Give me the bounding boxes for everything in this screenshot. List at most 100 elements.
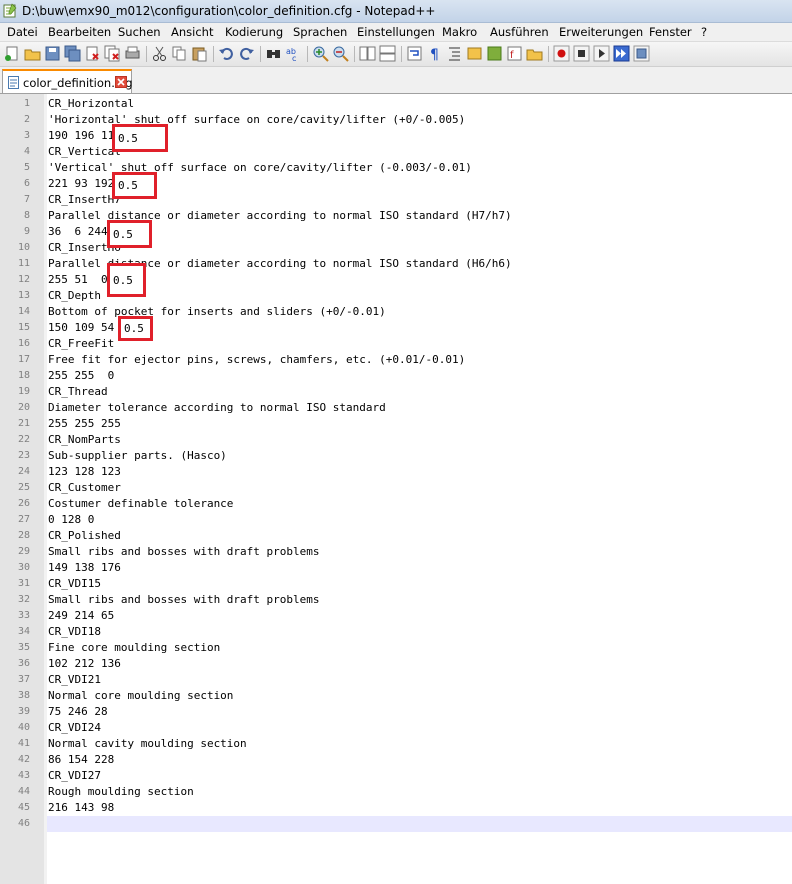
code-line: CR_Thread <box>48 385 108 398</box>
line-number: 3 <box>23 130 30 141</box>
menu-einstellungen[interactable]: Einstellungen <box>357 25 435 39</box>
indent-guide-icon[interactable] <box>446 45 463 62</box>
code-line: Free fit for ejector pins, screws, chamf… <box>48 353 466 366</box>
record-macro-icon[interactable] <box>553 45 570 62</box>
highlight-value: 0.5 <box>124 322 144 335</box>
new-file-icon[interactable] <box>4 45 21 62</box>
line-number: 31 <box>17 578 30 589</box>
line-number: 35 <box>17 642 30 653</box>
toolbar-separator <box>260 46 261 62</box>
highlight-box: 0.5 <box>112 172 157 199</box>
code-line: 255 51 0 <box>48 273 108 286</box>
undo-icon[interactable] <box>218 45 235 62</box>
line-number: 12 <box>17 274 30 285</box>
highlight-value: 0.5 <box>118 132 138 145</box>
code-line: CR_VDI18 <box>48 625 101 638</box>
user-defined-language-icon[interactable] <box>466 45 483 62</box>
menu-datei[interactable]: Datei <box>7 25 38 39</box>
line-number: 38 <box>17 690 30 701</box>
editor[interactable]: 1 2 3 4 5 6 7 8 9 10 11 12 13 14 15 16 17 18 19 20 21 22 23 24 2… <box>0 94 792 884</box>
close-all-icon[interactable] <box>104 45 121 62</box>
close-icon[interactable] <box>84 45 101 62</box>
find-icon[interactable] <box>265 45 282 62</box>
close-icon[interactable] <box>115 76 127 88</box>
sync-horizontal-icon[interactable] <box>379 45 396 62</box>
line-number: 44 <box>17 786 30 797</box>
code-line: CR_Vertical <box>48 145 121 158</box>
save-all-icon[interactable] <box>64 45 81 62</box>
code-line: Small ribs and bosses with draft problem… <box>48 545 320 558</box>
paste-icon[interactable] <box>191 45 208 62</box>
line-number: 27 <box>17 514 30 525</box>
line-number: 9 <box>23 226 30 237</box>
stop-record-icon[interactable] <box>573 45 590 62</box>
code-line: 255 255 255 <box>48 417 121 430</box>
code-line: Normal cavity moulding section <box>48 737 247 750</box>
menu-bearbeiten[interactable]: Bearbeiten <box>48 25 111 39</box>
toolbar-separator <box>146 46 147 62</box>
code-line: 150 109 54 <box>48 321 115 334</box>
line-number: 2 <box>23 114 30 125</box>
menu-suchen[interactable]: Suchen <box>118 25 161 39</box>
svg-text:c: c <box>292 54 296 62</box>
tab-color-definition[interactable]: color_definition.cfg <box>2 69 133 93</box>
code-line: Costumer definable tolerance <box>48 497 234 510</box>
highlight-box: 0.5 <box>118 316 153 341</box>
menu-kodierung[interactable]: Kodierung <box>225 25 283 39</box>
line-number: 5 <box>23 162 30 173</box>
copy-icon[interactable] <box>171 45 188 62</box>
code-line: Normal core moulding section <box>48 689 234 702</box>
cut-icon[interactable] <box>151 45 168 62</box>
menu-ansicht[interactable]: Ansicht <box>171 25 213 39</box>
folder-workspace-icon[interactable] <box>526 45 543 62</box>
function-list-icon[interactable]: f <box>506 45 523 62</box>
run-macro-multiple-icon[interactable] <box>613 45 630 62</box>
print-icon[interactable] <box>124 45 141 62</box>
zoom-in-icon[interactable] <box>312 45 329 62</box>
code-line: 255 255 0 <box>48 369 115 382</box>
menu-erweiterungen[interactable]: Erweiterungen <box>559 25 643 39</box>
toolbar-separator <box>401 46 402 62</box>
code-line: 36 6 244 <box>48 225 108 238</box>
replace-icon[interactable]: abc <box>285 45 302 62</box>
code-line: Diameter tolerance according to normal I… <box>48 401 386 414</box>
save-macro-icon[interactable] <box>633 45 650 62</box>
line-number: 45 <box>17 802 30 813</box>
code-line: 216 143 98 <box>48 801 115 814</box>
line-number: 10 <box>17 242 30 253</box>
show-all-chars-icon[interactable]: ¶ <box>426 45 443 62</box>
menu-makro[interactable]: Makro <box>442 25 477 39</box>
highlight-value: 0.5 <box>113 274 133 287</box>
highlight-box: 0.5 <box>107 263 146 297</box>
code-line: Rough moulding section <box>48 785 194 798</box>
redo-icon[interactable] <box>238 45 255 62</box>
line-number: 13 <box>17 290 30 301</box>
line-number: 11 <box>17 258 30 269</box>
line-number: 37 <box>17 674 30 685</box>
save-icon[interactable] <box>44 45 61 62</box>
code-line: 190 196 118 <box>48 129 121 142</box>
code-line: CR_VDI21 <box>48 673 101 686</box>
line-number: 17 <box>17 354 30 365</box>
sync-vertical-icon[interactable] <box>359 45 376 62</box>
code-line: CR_VDI15 <box>48 577 101 590</box>
menu-ausfuehren[interactable]: Ausführen <box>490 25 549 39</box>
menu-help[interactable]: ? <box>701 25 707 39</box>
code-line: CR_Horizontal <box>48 97 135 110</box>
toolbar-separator <box>307 46 308 62</box>
menu-sprachen[interactable]: Sprachen <box>293 25 347 39</box>
zoom-out-icon[interactable] <box>332 45 349 62</box>
fold-margin <box>44 94 47 884</box>
line-number: 20 <box>17 402 30 413</box>
menu-fenster[interactable]: Fenster <box>649 25 692 39</box>
code-line: CR_VDI24 <box>48 721 101 734</box>
play-macro-icon[interactable] <box>593 45 610 62</box>
document-map-icon[interactable] <box>486 45 503 62</box>
line-number: 24 <box>17 466 30 477</box>
code-line: Sub-supplier parts. (Hasco) <box>48 449 227 462</box>
highlight-box: 0.5 <box>112 124 168 152</box>
word-wrap-icon[interactable] <box>406 45 423 62</box>
menu-bar: Datei Bearbeiten Suchen Ansicht Kodierun… <box>0 23 792 42</box>
open-file-icon[interactable] <box>24 45 41 62</box>
toolbar: ab c ¶ f <box>0 42 792 67</box>
